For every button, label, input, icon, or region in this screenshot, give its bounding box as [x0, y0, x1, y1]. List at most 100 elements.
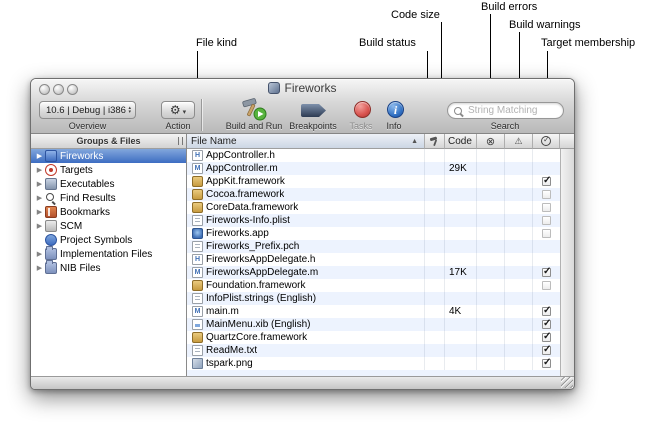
sidebar-item-label: Targets: [60, 165, 93, 176]
sidebar-item-bookmarks[interactable]: ▶Bookmarks: [31, 205, 186, 219]
disclosure-triangle-icon[interactable]: ▶: [34, 180, 45, 188]
disclosure-triangle-icon[interactable]: ▶: [34, 264, 45, 272]
error-icon: ⊗: [486, 135, 495, 148]
target-membership-checkbox[interactable]: [542, 203, 551, 212]
window-titlebar-toolbar[interactable]: Fireworks 10.6 | Debug | i386 Overview A…: [31, 79, 574, 134]
vertical-scrollbar[interactable]: [560, 149, 574, 376]
table-body: AppController.hAppController.m29KAppKit.…: [187, 149, 574, 376]
target-membership-checkbox[interactable]: [542, 216, 551, 225]
table-row[interactable]: Fireworks.app: [187, 227, 560, 240]
minimize-button[interactable]: [53, 84, 64, 95]
table-row[interactable]: AppKit.framework: [187, 175, 560, 188]
hammer-icon: [429, 136, 441, 147]
sidebar-item-nib-files[interactable]: ▶NIB Files: [31, 261, 186, 275]
disclosure-triangle-icon[interactable]: ▶: [34, 250, 45, 258]
target-membership-checkbox[interactable]: [542, 281, 551, 290]
file-name-text: CoreData.framework: [206, 202, 298, 213]
build-status-cell: [425, 240, 445, 253]
build-status-column-header[interactable]: [425, 134, 445, 149]
target-membership-annotation: Target membership: [541, 37, 635, 49]
build-warnings-cell: [505, 357, 533, 370]
bookmarks-icon: [45, 206, 57, 218]
build-warnings-cell: [505, 292, 533, 305]
table-row[interactable]: CoreData.framework: [187, 201, 560, 214]
sidebar-item-fireworks[interactable]: ▶Fireworks: [31, 149, 186, 163]
target-membership-cell: [533, 279, 560, 292]
sidebar-item-label: SCM: [60, 221, 82, 232]
code-column-header[interactable]: Code: [445, 134, 477, 149]
search-input[interactable]: [466, 104, 563, 117]
sort-ascending-icon: ▲: [411, 138, 418, 145]
table-row[interactable]: Cocoa.framework: [187, 188, 560, 201]
sidebar-item-executables[interactable]: ▶Executables: [31, 177, 186, 191]
project-document-icon: [268, 82, 280, 94]
target-membership-checkbox[interactable]: [542, 229, 551, 238]
action-button[interactable]: [161, 101, 195, 119]
code-size-cell: [445, 214, 477, 227]
target-membership-checkbox[interactable]: [542, 333, 551, 342]
build-errors-cell: [477, 266, 505, 279]
build-errors-cell: [477, 253, 505, 266]
target-membership-checkbox[interactable]: [542, 346, 551, 355]
table-row[interactable]: Fireworks-Info.plist: [187, 214, 560, 227]
table-row[interactable]: FireworksAppDelegate.h: [187, 253, 560, 266]
search-field[interactable]: [447, 102, 564, 119]
overview-popup[interactable]: 10.6 | Debug | i386: [39, 101, 136, 119]
target-membership-checkbox[interactable]: [542, 268, 551, 277]
disclosure-triangle-icon[interactable]: ▶: [34, 166, 45, 174]
sidebar-item-project-symbols[interactable]: Project Symbols: [31, 233, 186, 247]
txt-icon: [192, 345, 203, 356]
xib-icon: [192, 319, 203, 330]
folder-icon: [45, 262, 57, 274]
build-errors-column-header[interactable]: ⊗: [477, 134, 505, 149]
table-row[interactable]: ReadMe.txt: [187, 344, 560, 357]
pch-icon: [192, 241, 203, 252]
sidebar-item-scm[interactable]: ▶ SCM: [31, 219, 186, 233]
table-row[interactable]: AppController.h: [187, 149, 560, 162]
file-name-text: Fireworks.app: [206, 228, 269, 239]
disclosure-triangle-icon[interactable]: ▶: [34, 208, 45, 216]
target-membership-column-header[interactable]: [533, 134, 560, 149]
sidebar-item-label: Project Symbols: [60, 235, 132, 246]
target-membership-checkbox[interactable]: [542, 320, 551, 329]
search-label: Search: [475, 121, 535, 132]
target-membership-cell: [533, 344, 560, 357]
build-warnings-cell: [505, 175, 533, 188]
build-warnings-cell: [505, 279, 533, 292]
table-row[interactable]: Fireworks_Prefix.pch: [187, 240, 560, 253]
table-row[interactable]: tspark.png: [187, 357, 560, 370]
close-button[interactable]: [39, 84, 50, 95]
sidebar-resize-handle-icon[interactable]: [178, 137, 183, 145]
disclosure-triangle-icon[interactable]: ▶: [34, 152, 45, 160]
target-membership-checkbox[interactable]: [542, 359, 551, 368]
png-icon: [192, 358, 203, 369]
table-row[interactable]: QuartzCore.framework: [187, 331, 560, 344]
resize-grip[interactable]: [561, 377, 573, 388]
table-row[interactable]: InfoPlist.strings (English): [187, 292, 560, 305]
breakpoints-button[interactable]: [301, 104, 326, 117]
table-row[interactable]: MainMenu.xib (English): [187, 318, 560, 331]
target-membership-checkbox[interactable]: [542, 190, 551, 199]
build-and-run-button[interactable]: [241, 97, 268, 122]
table-row[interactable]: main.m4K: [187, 305, 560, 318]
table-row[interactable]: Foundation.framework: [187, 279, 560, 292]
sidebar-item-find-results[interactable]: ▶Find Results: [31, 191, 186, 205]
target-membership-cell: [533, 253, 560, 266]
target-membership-cell: [533, 305, 560, 318]
build-warnings-cell: [505, 344, 533, 357]
file-name-column-header[interactable]: File Name ▲: [187, 134, 425, 149]
target-membership-checkbox[interactable]: [542, 307, 551, 316]
info-button[interactable]: [387, 101, 404, 118]
target-membership-checkbox[interactable]: [542, 177, 551, 186]
disclosure-triangle-icon[interactable]: ▶: [34, 222, 45, 230]
build-warnings-column-header[interactable]: ⚠: [505, 134, 533, 149]
table-row[interactable]: FireworksAppDelegate.m17K: [187, 266, 560, 279]
sidebar-item-targets[interactable]: ▶ Targets: [31, 163, 186, 177]
sidebar-item-implementation-files[interactable]: ▶Implementation Files: [31, 247, 186, 261]
disclosure-triangle-icon[interactable]: ▶: [34, 194, 45, 202]
table-row[interactable]: AppController.m29K: [187, 162, 560, 175]
zoom-button[interactable]: [67, 84, 78, 95]
target-membership-cell: [533, 266, 560, 279]
plist-icon: [192, 215, 203, 226]
warning-icon: ⚠: [514, 136, 522, 147]
